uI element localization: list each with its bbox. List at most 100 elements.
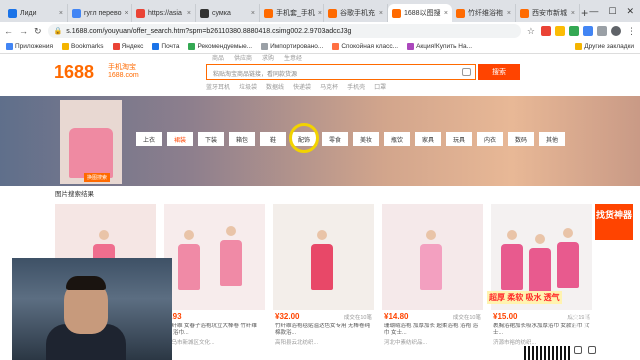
forward-icon[interactable]: →: [19, 26, 28, 36]
product-card[interactable]: 2.93 竹纤维 女春子浴袍坑立大棒卷 竹纤维 棉 浴巾... 义乌市新城区文化..…: [164, 204, 265, 354]
category-button[interactable]: 内衣: [477, 132, 503, 146]
feedback-icon[interactable]: [574, 346, 582, 354]
category-button[interactable]: 裙装: [167, 132, 193, 146]
browser-tab[interactable]: сумка ×: [196, 4, 260, 22]
link-item[interactable]: 生意经: [284, 54, 302, 62]
reload-icon[interactable]: ↻: [34, 26, 42, 37]
tab-close-icon[interactable]: ×: [444, 10, 448, 17]
category-button[interactable]: 上衣: [136, 132, 162, 146]
category-button[interactable]: 鞋: [260, 132, 286, 146]
tab-close-icon[interactable]: ×: [125, 10, 129, 17]
link-item[interactable]: 商品: [212, 54, 224, 62]
category-button[interactable]: 零食: [322, 132, 348, 146]
extension-icon[interactable]: [583, 26, 593, 36]
bookmark-item[interactable]: Яндекс: [112, 42, 143, 50]
link-item[interactable]: 垃圾袋: [239, 82, 257, 91]
tab-favicon-icon: [136, 8, 145, 18]
browser-tab[interactable]: гугл перево ×: [68, 4, 132, 22]
back-icon[interactable]: ←: [4, 26, 13, 36]
product-image[interactable]: [273, 204, 374, 310]
new-tab-button[interactable]: +: [580, 4, 589, 22]
bookmark-item[interactable]: Импортировано...: [261, 42, 323, 50]
extension-icon[interactable]: [541, 26, 551, 36]
camera-icon[interactable]: [462, 68, 471, 76]
tab-close-icon[interactable]: ×: [571, 10, 575, 17]
link-item[interactable]: 求购: [262, 54, 274, 62]
bookmark-item[interactable]: Приложения: [6, 42, 53, 50]
tab-close-icon[interactable]: ×: [507, 10, 511, 17]
category-button[interactable]: 玩具: [446, 132, 472, 146]
minimize-icon[interactable]: —: [589, 6, 598, 16]
product-shop: 义乌市新城区文化...: [166, 340, 215, 346]
site-logo[interactable]: 1688: [54, 62, 94, 83]
product-desc[interactable]: 竹纤维浴袍毯贴溢达色女专用 无棒卷纯棉款浴...: [275, 323, 372, 337]
extension-icon[interactable]: [569, 26, 579, 36]
bookmark-item[interactable]: Спокойная класс...: [332, 42, 398, 50]
avatar[interactable]: [611, 26, 621, 36]
browser-tab[interactable]: Лиди ×: [4, 4, 68, 22]
robe-shape: [220, 240, 242, 286]
query-image: 换图搜索: [60, 100, 122, 184]
menu-icon[interactable]: ⋮: [627, 26, 636, 37]
hot-search-links: 蓝牙耳机 垃圾袋 数据线 快递袋 马克杯 手机壳 口罩: [206, 82, 386, 91]
bookmark-item[interactable]: Bookmarks: [62, 42, 104, 50]
tab-close-icon[interactable]: ×: [379, 10, 383, 17]
promo-badge[interactable]: 找货神器: [595, 204, 633, 240]
tab-close-icon[interactable]: ×: [318, 10, 322, 17]
robe-shape: [178, 244, 200, 290]
link-item[interactable]: 马克杯: [320, 82, 338, 91]
back-to-top-icon[interactable]: [588, 346, 596, 354]
category-button[interactable]: 家具: [415, 132, 441, 146]
change-image-button[interactable]: 换图搜索: [84, 173, 111, 182]
maximize-icon[interactable]: ☐: [608, 6, 616, 17]
bookmark-icon: [152, 42, 160, 50]
bookmark-label: Рекомендуемые...: [197, 43, 253, 51]
product-card[interactable]: ¥14.80 成交在10笔 珊瑚绒浴袍 加厚加长 超柔浴袍 浴袍 浴巾 女士... 河…: [382, 204, 483, 354]
product-image[interactable]: [382, 204, 483, 310]
category-filter: 上衣 裙装 下装 箱包鞋配饰 零食 美妆 瓶饮 家具 玩具 内衣 数码 其他: [136, 132, 565, 146]
link-item[interactable]: 口罩: [374, 82, 386, 91]
category-button[interactable]: 瓶饮: [384, 132, 410, 146]
star-icon[interactable]: ☆: [527, 26, 535, 37]
browser-tab[interactable]: 西安市新城 ×: [516, 4, 580, 22]
qr-code[interactable]: [524, 346, 572, 360]
extension-icon[interactable]: [597, 26, 607, 36]
search-input[interactable]: 粘贴淘宝商品链接，看同款货源: [206, 64, 476, 80]
link-item[interactable]: 供应商: [234, 54, 252, 62]
category-button[interactable]: 下装: [198, 132, 224, 146]
extension-icon[interactable]: [555, 26, 565, 36]
search-button[interactable]: 搜索: [478, 64, 520, 80]
bookmark-item[interactable]: Рекомендуемые...: [188, 42, 253, 51]
product-price: ¥32.00: [275, 312, 300, 321]
page-content: 商品 供应商 求购 生意经 1688 手机淘宝 1688.com 粘贴淘宝商品链接，看…: [0, 54, 640, 360]
link-item[interactable]: 手机壳: [347, 82, 365, 91]
product-desc[interactable]: 珊瑚绒浴袍 加厚加长 超柔浴袍 浴袍 浴巾 女士...: [384, 323, 481, 337]
browser-tab[interactable]: 谷歌手机充 ×: [324, 4, 388, 22]
category-button[interactable]: 箱包: [229, 132, 255, 146]
product-card[interactable]: ¥32.00 成交在10笔 竹纤维浴袍毯贴溢达色女专用 无棒卷纯棉款浴... 高阳县云…: [273, 204, 374, 354]
tab-close-icon[interactable]: ×: [187, 10, 191, 17]
tab-favicon-icon: [392, 8, 401, 18]
browser-tab[interactable]: 手机套_手机 ×: [260, 4, 324, 22]
link-item[interactable]: 蓝牙耳机: [206, 82, 230, 91]
model-head: [563, 228, 573, 238]
link-item[interactable]: 数据线: [266, 82, 284, 91]
category-button[interactable]: 美妆: [353, 132, 379, 146]
product-image[interactable]: [164, 204, 265, 310]
product-desc[interactable]: 竹纤维 女春子浴袍坑立大棒卷 竹纤维 棉 浴巾...: [166, 323, 263, 337]
browser-tab[interactable]: 竹纤维浴袍 ×: [452, 4, 516, 22]
site-header: 商品 供应商 求购 生意经 1688 手机淘宝 1688.com 粘贴淘宝商品链接，看…: [0, 54, 640, 94]
tab-close-icon[interactable]: ×: [251, 10, 255, 17]
tab-close-icon[interactable]: ×: [59, 10, 63, 17]
category-button[interactable]: 其他: [539, 132, 565, 146]
bookmark-item[interactable]: Другие закладки: [575, 42, 634, 50]
bookmark-item[interactable]: Почта: [152, 42, 179, 50]
link-item[interactable]: 快递袋: [293, 82, 311, 91]
close-window-icon[interactable]: ✕: [626, 6, 634, 17]
browser-tab[interactable]: 1688以图搜 ×: [388, 4, 452, 22]
category-button[interactable]: 数码: [508, 132, 534, 146]
bookmark-item[interactable]: Акция!Купить На...: [407, 42, 472, 50]
url-field[interactable]: 🔒 s.1688.com/youyuan/offer_search.htm?sp…: [47, 24, 521, 38]
product-shop: 高阳县云北纺织...: [275, 340, 319, 346]
browser-tab[interactable]: https://asia ×: [132, 4, 196, 22]
